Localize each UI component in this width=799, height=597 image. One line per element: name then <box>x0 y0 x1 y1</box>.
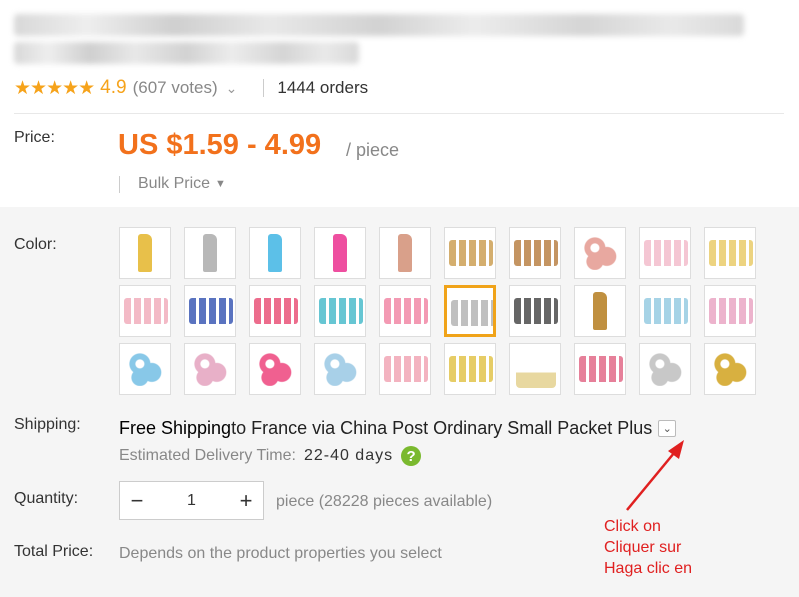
color-swatch[interactable] <box>119 343 171 395</box>
bulk-price-label: Bulk Price <box>138 175 211 192</box>
color-swatch[interactable] <box>574 227 626 279</box>
color-swatch[interactable] <box>704 285 756 337</box>
swatch-thumbnail <box>709 240 753 266</box>
free-shipping-text: Free Shipping <box>119 418 232 438</box>
color-swatch[interactable] <box>704 343 756 395</box>
rating-row: ★★★★★ 4.9 (607 votes) ⌄ 1444 orders <box>14 77 368 99</box>
swatch-thumbnail <box>268 234 282 272</box>
product-title-blurred <box>14 14 754 70</box>
estimated-delivery: Estimated Delivery Time: 22-40 days ? <box>119 446 422 466</box>
swatch-thumbnail <box>124 298 168 324</box>
color-swatch[interactable] <box>184 343 236 395</box>
orders-count: 1444 orders <box>277 78 369 97</box>
shipping-destination: to France via China Post Ordinary Small … <box>231 418 653 438</box>
total-price-label: Total Price: <box>14 543 94 560</box>
rating-votes[interactable]: (607 votes) <box>133 78 218 98</box>
quantity-label: Quantity: <box>14 490 79 507</box>
estimated-delivery-days: 22-40 days <box>303 447 394 464</box>
increase-quantity-button[interactable]: + <box>229 482 263 519</box>
color-swatch[interactable] <box>444 343 496 395</box>
swatch-thumbnail <box>384 356 428 382</box>
annotation-text: Click on Cliquer sur Haga clic en <box>604 516 692 579</box>
swatch-thumbnail <box>644 298 688 324</box>
color-swatch[interactable] <box>509 343 561 395</box>
color-swatch[interactable] <box>379 343 431 395</box>
swatch-thumbnail <box>333 234 347 272</box>
color-swatch[interactable] <box>704 227 756 279</box>
color-swatch[interactable] <box>574 343 626 395</box>
quantity-stepper: − 1 + <box>119 481 264 520</box>
color-swatch[interactable] <box>249 343 301 395</box>
swatch-thumbnail <box>593 292 607 330</box>
divider <box>263 79 265 97</box>
shipping-label: Shipping: <box>14 416 81 433</box>
color-swatch[interactable] <box>444 285 496 337</box>
help-icon[interactable]: ? <box>401 446 422 466</box>
color-swatch[interactable] <box>639 227 691 279</box>
color-swatch[interactable] <box>379 227 431 279</box>
color-swatch[interactable] <box>639 343 691 395</box>
annotation-line-3: Haga clic en <box>604 560 693 577</box>
quantity-input[interactable]: 1 <box>154 492 229 510</box>
chevron-down-icon[interactable]: ⌄ <box>226 80 238 97</box>
swatch-thumbnail <box>384 298 428 324</box>
swatch-thumbnail <box>323 352 357 386</box>
color-swatch[interactable] <box>314 285 366 337</box>
swatch-thumbnail <box>449 356 493 382</box>
chevron-down-icon: ⌄ <box>662 423 672 435</box>
swatch-thumbnail <box>644 240 688 266</box>
annotation-line-1: Click on <box>604 518 661 535</box>
color-swatch-grid <box>119 227 756 395</box>
swatch-thumbnail <box>398 234 412 272</box>
swatch-thumbnail <box>138 234 152 272</box>
color-swatch[interactable] <box>639 285 691 337</box>
color-swatch[interactable] <box>119 285 171 337</box>
total-price-value: Depends on the product properties you se… <box>119 545 442 562</box>
swatch-thumbnail <box>709 298 753 324</box>
swatch-thumbnail <box>583 236 617 270</box>
color-swatch[interactable] <box>379 285 431 337</box>
color-swatch[interactable] <box>509 227 561 279</box>
color-swatch[interactable] <box>574 285 626 337</box>
swatch-thumbnail <box>189 298 233 324</box>
swatch-thumbnail <box>203 234 217 272</box>
swatch-thumbnail <box>451 300 493 326</box>
swatch-thumbnail <box>449 240 493 266</box>
price-label: Price: <box>14 129 55 146</box>
color-label: Color: <box>14 236 57 253</box>
color-swatch[interactable] <box>184 285 236 337</box>
shipping-dropdown-button[interactable]: ⌄ <box>658 420 677 437</box>
star-rating-icon: ★★★★★ <box>14 77 95 99</box>
annotation-line-2: Cliquer sur <box>604 539 682 556</box>
swatch-thumbnail <box>258 352 292 386</box>
color-swatch[interactable] <box>184 227 236 279</box>
estimated-delivery-label: Estimated Delivery Time: <box>119 447 296 464</box>
swatch-thumbnail <box>193 352 227 386</box>
swatch-thumbnail <box>514 240 558 266</box>
color-swatch[interactable] <box>314 227 366 279</box>
shipping-method[interactable]: Free Shipping to France via China Post O… <box>119 418 677 439</box>
color-swatch[interactable] <box>314 343 366 395</box>
quantity-available: piece (28228 pieces available) <box>276 493 493 510</box>
color-swatch[interactable] <box>444 227 496 279</box>
swatch-thumbnail <box>514 298 558 324</box>
swatch-thumbnail <box>128 352 162 386</box>
swatch-thumbnail <box>713 352 747 386</box>
decrease-quantity-button[interactable]: − <box>120 482 154 519</box>
swatch-thumbnail <box>254 298 298 324</box>
color-swatch[interactable] <box>119 227 171 279</box>
swatch-thumbnail <box>579 356 623 382</box>
color-swatch[interactable] <box>509 285 561 337</box>
swatch-thumbnail <box>319 298 363 324</box>
swatch-thumbnail <box>648 352 682 386</box>
color-swatch[interactable] <box>249 227 301 279</box>
swatch-thumbnail <box>516 362 556 388</box>
caret-down-icon: ▼ <box>215 178 226 190</box>
price-value: US $1.59 - 4.99 <box>118 129 322 161</box>
color-swatch[interactable] <box>249 285 301 337</box>
price-unit: / piece <box>346 140 400 160</box>
divider <box>14 113 784 114</box>
bulk-price-toggle[interactable]: Bulk Price ▼ <box>119 175 226 193</box>
rating-score: 4.9 <box>100 77 127 98</box>
